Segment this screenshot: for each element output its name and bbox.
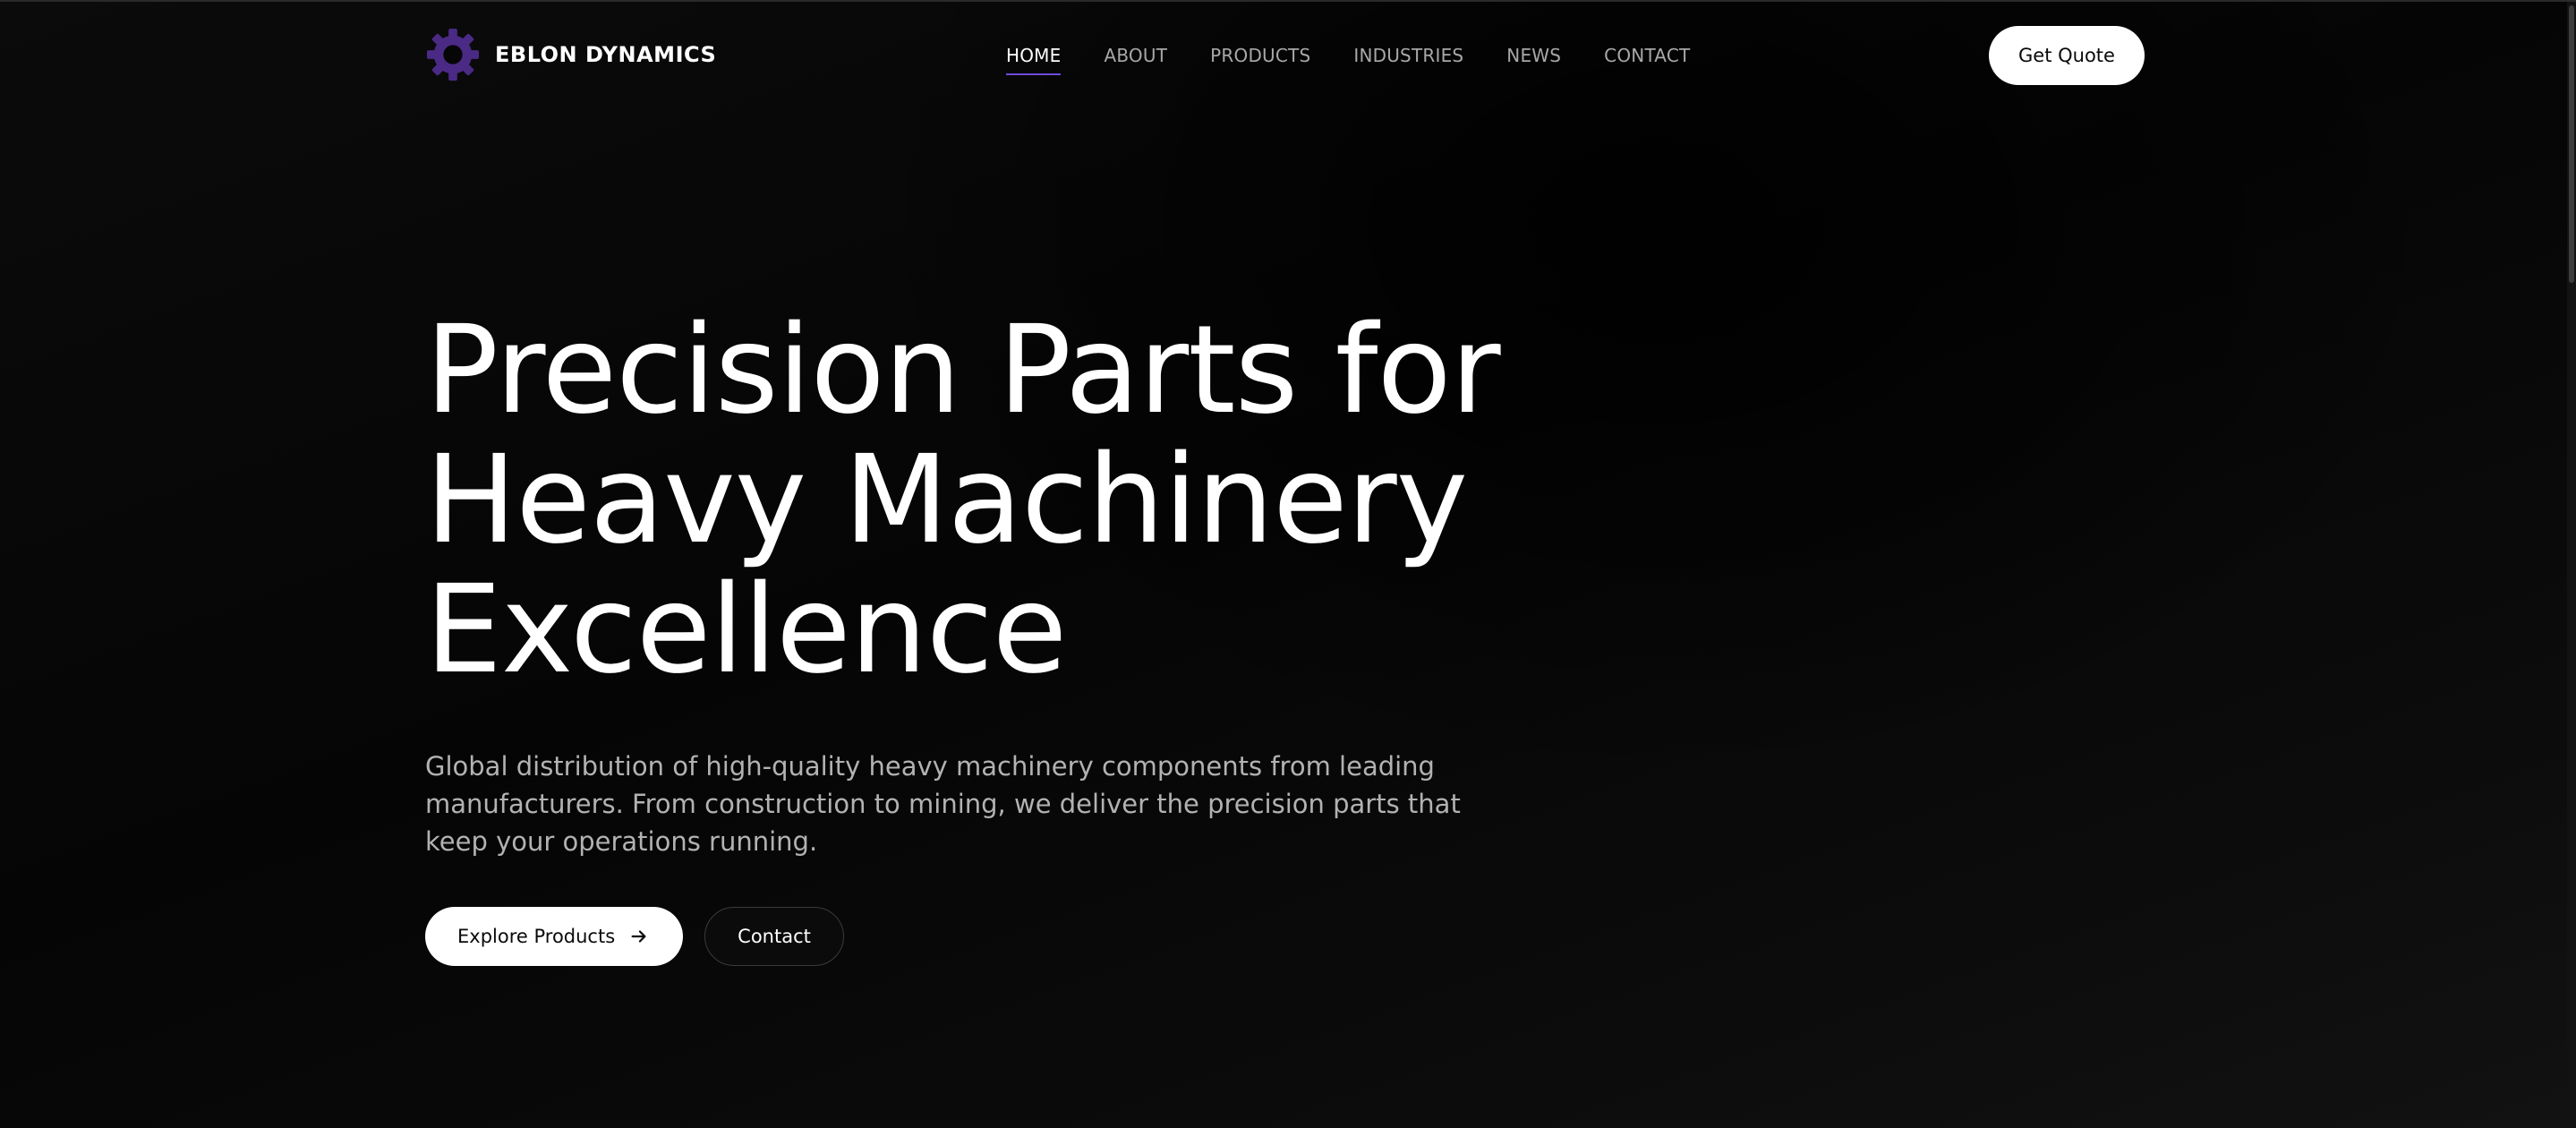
hero-title-line-1: Precision Parts for: [425, 300, 1501, 441]
nav-item-contact[interactable]: CONTACT: [1604, 43, 1690, 72]
gear-icon: [426, 28, 480, 81]
scrollbar-thumb[interactable]: [2569, 5, 2574, 283]
page: EBLON DYNAMICS HOME ABOUT PRODUCTS INDUS…: [0, 0, 2576, 1128]
nav-item-home[interactable]: HOME: [1006, 43, 1062, 75]
get-quote-button[interactable]: Get Quote: [1989, 26, 2145, 85]
explore-products-label: Explore Products: [457, 926, 616, 947]
nav-item-about[interactable]: ABOUT: [1104, 43, 1167, 72]
main-nav: HOME ABOUT PRODUCTS INDUSTRIES NEWS CONT…: [1006, 43, 1690, 75]
nav-item-products[interactable]: PRODUCTS: [1210, 43, 1310, 72]
contact-button[interactable]: Contact: [704, 907, 844, 966]
nav-item-industries[interactable]: INDUSTRIES: [1353, 43, 1463, 72]
hero-title: Precision Parts for Heavy Machinery Exce…: [425, 306, 1589, 696]
nav-item-news[interactable]: NEWS: [1506, 43, 1561, 72]
page-scrollbar[interactable]: [2567, 2, 2576, 1128]
site-header: EBLON DYNAMICS HOME ABOUT PRODUCTS INDUS…: [0, 2, 2576, 109]
arrow-right-icon: [631, 930, 646, 943]
explore-products-button[interactable]: Explore Products: [425, 907, 684, 966]
hero-title-line-2: Heavy Machinery: [425, 430, 1468, 571]
brand[interactable]: EBLON DYNAMICS: [425, 27, 716, 82]
hero-section: Precision Parts for Heavy Machinery Exce…: [425, 306, 1589, 966]
hero-description: Global distribution of high-quality heav…: [425, 751, 1461, 857]
brand-name: EBLON DYNAMICS: [495, 42, 717, 67]
hero-title-line-3: Excellence: [425, 560, 1067, 701]
hero-actions: Explore Products Contact: [425, 907, 1589, 966]
